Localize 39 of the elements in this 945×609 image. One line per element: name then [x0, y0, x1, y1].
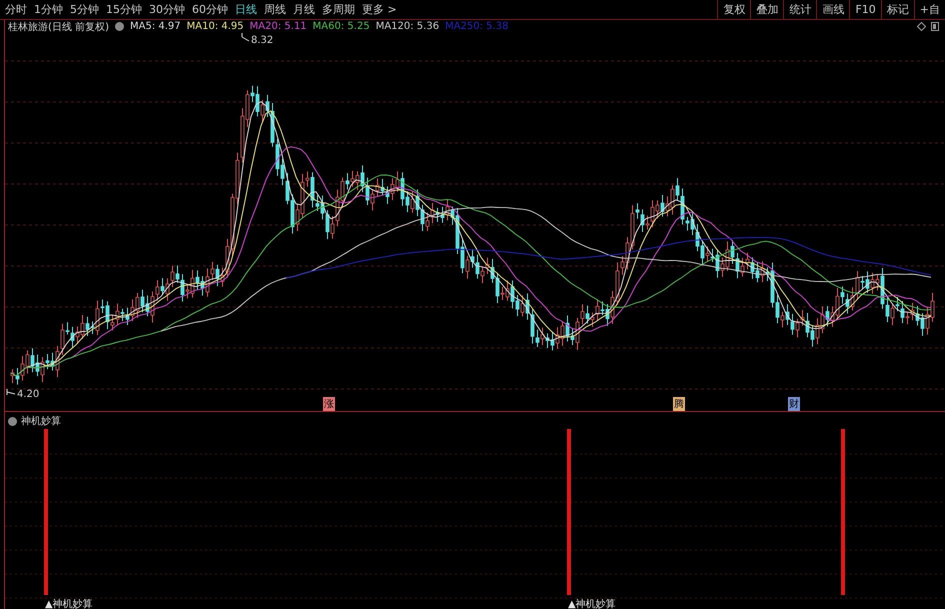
moving-average-value: MA10: 4.95 — [186, 21, 244, 32]
period-tab[interactable]: 月线 — [292, 2, 316, 17]
high-price-label: 8.32 — [251, 35, 274, 46]
signal-label: ▲神机妙算 — [45, 598, 93, 609]
leader-line — [6, 388, 16, 396]
period-tab[interactable]: 60分钟 — [191, 2, 229, 17]
moving-average-value: MA250: 5.38 — [445, 21, 508, 32]
toolbar-button[interactable]: +自 — [914, 0, 945, 19]
moving-average-value: MA60: 5.25 — [312, 21, 370, 32]
moving-average-value: MA120: 5.36 — [376, 21, 440, 32]
moving-average-value: MA20: 5.11 — [250, 21, 307, 32]
signal-mark: 财 — [788, 397, 800, 411]
low-price-label: 4.20 — [17, 389, 40, 400]
toolbar-button[interactable]: 画线 — [816, 0, 850, 19]
toolbar-button[interactable]: 统计 — [783, 0, 816, 19]
settings-icon[interactable] — [8, 416, 17, 426]
period-tab[interactable]: 15分钟 — [105, 2, 143, 17]
moving-average-value: MA5: 4.97 — [130, 21, 181, 32]
settings-icon[interactable] — [114, 22, 124, 31]
period-tab[interactable]: 30分钟 — [148, 2, 186, 17]
toolbar-button[interactable]: 复权 — [717, 0, 750, 19]
period-tab[interactable]: 1分钟 — [33, 2, 64, 17]
signal-label: ▲神机妙算 — [568, 598, 616, 609]
toolbar-button[interactable]: 叠加 — [750, 0, 784, 19]
toolbar-button[interactable]: F10 — [849, 0, 881, 19]
indicator-title: 神机妙算 — [21, 414, 61, 428]
toolbar-button[interactable]: 标记 — [880, 0, 914, 19]
signal-mark: 腾 — [673, 397, 685, 411]
stock-title: 桂林旅游(日线 前复权) — [8, 20, 109, 34]
period-tab[interactable]: 日线 — [234, 2, 258, 17]
period-tab[interactable]: 周线 — [263, 2, 287, 17]
period-tab[interactable]: 5分钟 — [69, 2, 100, 17]
leader-line — [242, 33, 250, 42]
period-tab[interactable]: 更多 > — [361, 2, 398, 17]
signal-mark: 涨 — [323, 397, 335, 411]
panel-icon[interactable] — [931, 22, 939, 31]
period-tab[interactable]: 多周期 — [321, 2, 356, 17]
period-tab[interactable]: 分时 — [4, 2, 28, 17]
diamond-icon[interactable] — [917, 22, 926, 31]
